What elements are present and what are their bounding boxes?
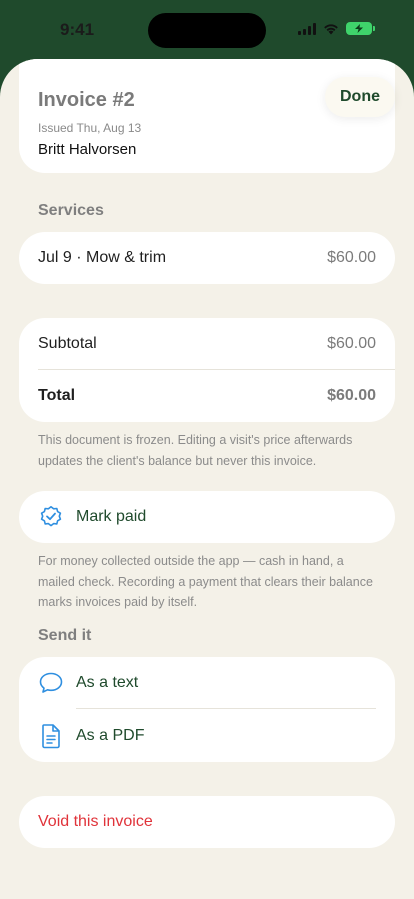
subtotal-amount: $60.00: [327, 335, 376, 352]
battery-charging-icon: [346, 22, 375, 35]
send-as-text-label: As a text: [76, 674, 139, 691]
services-card: Jul 9 · Mow & trim $60.00: [19, 232, 395, 284]
total-amount: $60.00: [327, 387, 376, 404]
send-divider: [76, 708, 376, 709]
send-as-text-button[interactable]: As a text: [19, 657, 395, 709]
verified-badge-icon: [38, 504, 64, 530]
void-invoice-label: Void this invoice: [38, 813, 153, 830]
subtotal-label: Subtotal: [38, 335, 97, 352]
send-as-pdf-label: As a PDF: [76, 727, 145, 744]
total-row: Total $60.00: [19, 370, 395, 422]
message-bubble-icon: [38, 670, 64, 696]
cellular-signal-icon: [298, 22, 316, 35]
mark-paid-card: Mark paid: [19, 491, 395, 543]
service-row[interactable]: Jul 9 · Mow & trim $60.00: [19, 232, 395, 284]
void-invoice-button[interactable]: Void this invoice: [19, 796, 395, 848]
total-label: Total: [38, 387, 76, 404]
page-title: Invoice #2: [38, 89, 135, 111]
document-icon: [38, 723, 64, 749]
status-icons: [298, 22, 375, 35]
mark-paid-button[interactable]: Mark paid: [19, 491, 395, 543]
totals-card: Subtotal $60.00 Total $60.00: [19, 318, 395, 422]
service-amount: $60.00: [327, 249, 376, 266]
mark-paid-label: Mark paid: [76, 508, 147, 525]
wifi-icon: [324, 24, 338, 35]
status-bar: 9:41: [0, 0, 414, 60]
void-card: Void this invoice: [19, 796, 395, 848]
send-card: As a text As a PDF: [19, 657, 395, 762]
subtotal-row: Subtotal $60.00: [19, 318, 395, 370]
invoice-sheet: Invoice #2 Issued Thu, Aug 13 Britt Halv…: [0, 59, 414, 899]
issued-date: Issued Thu, Aug 13: [38, 121, 142, 135]
frozen-note: This document is frozen. Editing a visit…: [38, 433, 353, 468]
send-as-pdf-button[interactable]: As a PDF: [19, 710, 395, 762]
services-section-title: Services: [38, 202, 104, 219]
client-name: Britt Halvorsen: [38, 141, 137, 158]
dynamic-island: [148, 13, 266, 48]
mark-paid-note: For money collected outside the app — ca…: [38, 554, 373, 609]
done-button[interactable]: Done: [325, 77, 395, 117]
service-label: Jul 9 · Mow & trim: [38, 249, 167, 266]
status-time: 9:41: [60, 20, 95, 39]
send-section-title: Send it: [38, 627, 92, 644]
